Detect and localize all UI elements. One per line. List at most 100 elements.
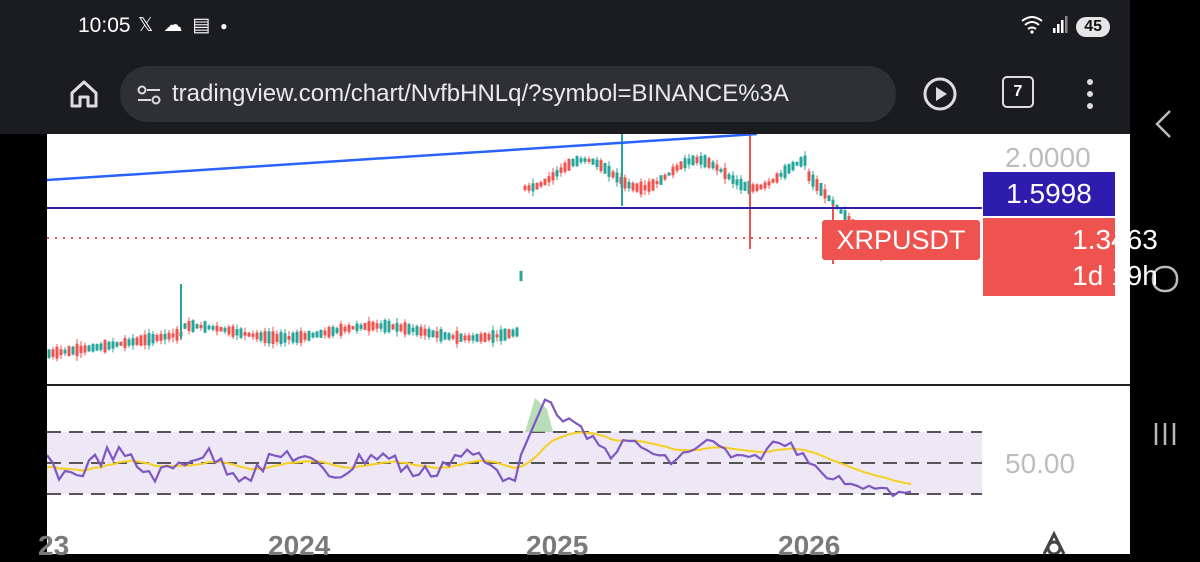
candle-body: [611, 171, 615, 178]
candle-body: [251, 333, 255, 337]
candle-body: [123, 338, 127, 349]
candle-body: [691, 155, 695, 166]
notification-icons: 𝕏 ☁ ▤ ●: [138, 14, 228, 37]
candle-body: [491, 330, 495, 343]
candle-body: [231, 326, 235, 337]
candle-body: [523, 185, 527, 190]
candle-body: [571, 159, 575, 167]
candle-body: [647, 181, 651, 192]
candle-body: [583, 158, 587, 162]
candle-body: [271, 331, 275, 345]
candle-body: [375, 323, 379, 329]
candle-body: [447, 333, 451, 340]
candle-body: [319, 329, 323, 338]
candle-body: [255, 332, 259, 340]
candle-body: [107, 341, 111, 350]
candle-body: [203, 321, 207, 333]
candle-body: [195, 323, 199, 329]
candle-body: [147, 333, 151, 346]
candle-body: [435, 331, 439, 338]
candle-body: [299, 330, 303, 343]
candle-body: [339, 323, 343, 336]
candle-body: [699, 155, 703, 165]
candle-body: [83, 345, 87, 353]
site-settings-icon[interactable]: [136, 82, 162, 108]
candle-body: [131, 338, 135, 346]
candle-body: [755, 184, 759, 192]
candle-body: [607, 165, 611, 177]
candle-body: [351, 326, 355, 330]
candle-body: [603, 163, 607, 174]
candle-body: [735, 179, 739, 186]
candle-body: [659, 175, 663, 185]
year-label-2026: 2026: [778, 530, 841, 561]
candle-body: [359, 324, 363, 329]
candle-body: [639, 181, 643, 195]
price-chart[interactable]: [47, 134, 1130, 554]
pane-divider[interactable]: [47, 384, 1130, 386]
candle-body: [791, 161, 795, 171]
candle-body: [87, 345, 91, 352]
candle-body: [795, 161, 799, 166]
candle-body: [311, 332, 315, 338]
candle-body: [75, 343, 79, 357]
candle-body: [259, 332, 263, 341]
last-price: 1.3463: [1072, 224, 1158, 255]
candle-body: [371, 321, 375, 331]
candle-body: [307, 331, 311, 341]
candle-body: [727, 174, 731, 180]
candle-body: [763, 182, 767, 189]
recents-icon[interactable]: [1152, 420, 1178, 448]
candle-body: [731, 175, 735, 184]
candle-body: [811, 174, 815, 187]
candle-body: [427, 328, 431, 338]
more-menu-icon[interactable]: [1080, 74, 1100, 114]
candle-countdown: 1d 19h: [1072, 260, 1158, 291]
candle-body: [547, 176, 551, 183]
tab-switcher-button[interactable]: 7: [1002, 76, 1034, 108]
candle-body: [303, 333, 307, 340]
rsi-scale-label: 50.00: [1005, 448, 1076, 479]
candle-body: [511, 329, 515, 337]
candle-body: [651, 179, 655, 191]
candle-body: [575, 156, 579, 167]
candle-body: [407, 324, 411, 335]
clock: 10:05: [78, 14, 131, 37]
candle-body: [643, 184, 647, 191]
candle-body: [675, 165, 679, 171]
candle-body: [391, 324, 395, 330]
candle-body: [355, 323, 359, 332]
candle-body: [487, 333, 491, 340]
candle-body: [115, 342, 119, 347]
candle-body: [183, 323, 187, 329]
candle-body: [419, 327, 423, 336]
url-text[interactable]: tradingview.com/chart/NvfbHNLq/?symbol=B…: [172, 80, 884, 108]
candle-body: [143, 334, 147, 346]
candle-body: [539, 182, 543, 187]
candle-body: [267, 331, 271, 344]
candle-body: [671, 166, 675, 176]
back-icon[interactable]: [1152, 108, 1174, 140]
candle-body: [499, 329, 503, 342]
signal-icon: [1052, 15, 1068, 38]
address-bar[interactable]: tradingview.com/chart/NvfbHNLq/?symbol=B…: [120, 66, 896, 122]
candle-body: [103, 340, 107, 353]
candle-body: [531, 183, 535, 192]
play-icon[interactable]: [920, 74, 960, 114]
candle-body: [527, 185, 531, 191]
candle-body: [283, 333, 287, 343]
candle-body: [759, 184, 763, 190]
symbol-tag: XRPUSDT: [822, 220, 980, 260]
candle-body: [395, 322, 399, 332]
candle-body: [483, 332, 487, 342]
candle-body: [343, 326, 347, 332]
candle-body: [119, 341, 123, 346]
candle-body: [67, 346, 71, 356]
candle-body: [519, 270, 523, 282]
candle-body: [287, 335, 291, 340]
candle-body: [595, 159, 599, 168]
candle-body: [479, 333, 483, 342]
chart-area[interactable]: [47, 134, 1130, 554]
settings-icon[interactable]: [1034, 526, 1074, 554]
home-button[interactable]: [62, 72, 106, 116]
